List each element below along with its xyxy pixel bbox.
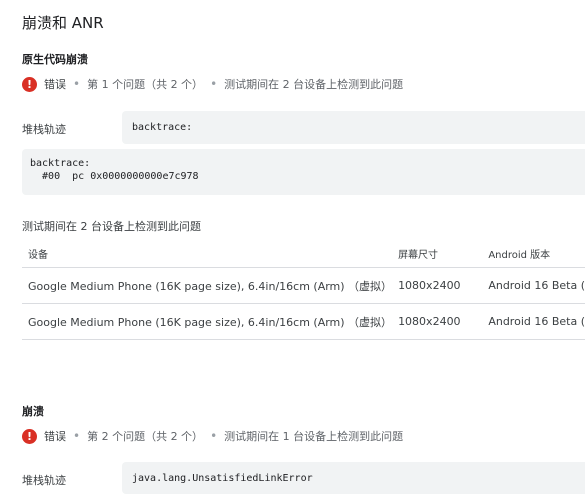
stack-trace-summary[interactable]: backtrace: [122,111,585,144]
section-title-native-crash: 原生代码崩溃 [22,53,88,66]
table-header-row: 设备 屏幕尺寸 Android 版本 [22,239,585,268]
separator-dot: • [73,429,81,443]
issue-summary-2: ! 错误 • 第 2 个问题（共 2 个） • 测试期间在 1 台设备上检测到此… [22,426,403,446]
screen-size-cell: 1080x2400 [392,267,483,304]
device-cell: Google Medium Phone (16K page size), 6.4… [22,303,393,340]
devices-note: 测试期间在 2 台设备上检测到此问题 [22,220,201,233]
device-cell: Google Medium Phone (16K page size), 6.4… [22,267,393,304]
stack-trace-summary[interactable]: java.lang.UnsatisfiedLinkError [122,462,585,494]
android-version-cell: Android 16 Beta (S [482,303,585,340]
separator-dot: • [210,77,218,91]
severity-label: 错误 [44,78,66,91]
column-header-screen-size: 屏幕尺寸 [392,239,483,268]
android-version-cell: Android 16 Beta (S [482,267,585,304]
table-row[interactable]: Google Medium Phone (16K page size), 6.4… [22,303,585,340]
column-header-device: 设备 [22,239,393,268]
stack-trace-label: 堆栈轨迹 [22,474,66,487]
column-header-android-version: Android 版本 [482,239,585,268]
issue-position: 第 2 个问题（共 2 个） [87,430,204,443]
separator-dot: • [73,77,81,91]
issue-detection: 测试期间在 2 台设备上检测到此问题 [224,78,404,91]
issue-summary-1: ! 错误 • 第 1 个问题（共 2 个） • 测试期间在 2 台设备上检测到此… [22,74,403,94]
issue-detection: 测试期间在 1 台设备上检测到此问题 [224,430,404,443]
error-icon: ! [22,76,37,92]
devices-table: 设备 屏幕尺寸 Android 版本 Google Medium Phone (… [22,239,585,340]
issue-position: 第 1 个问题（共 2 个） [87,78,204,91]
section-title-crash: 崩溃 [22,405,44,418]
stack-trace-label: 堆栈轨迹 [22,123,66,136]
page-title: 崩溃和 ANR [22,14,104,32]
error-icon: ! [22,428,37,444]
screen-size-cell: 1080x2400 [392,303,483,340]
stack-trace-full[interactable]: backtrace: #00 pc 0x0000000000e7c978 [22,149,585,195]
separator-dot: • [210,429,218,443]
table-row[interactable]: Google Medium Phone (16K page size), 6.4… [22,267,585,304]
severity-label: 错误 [44,430,66,443]
